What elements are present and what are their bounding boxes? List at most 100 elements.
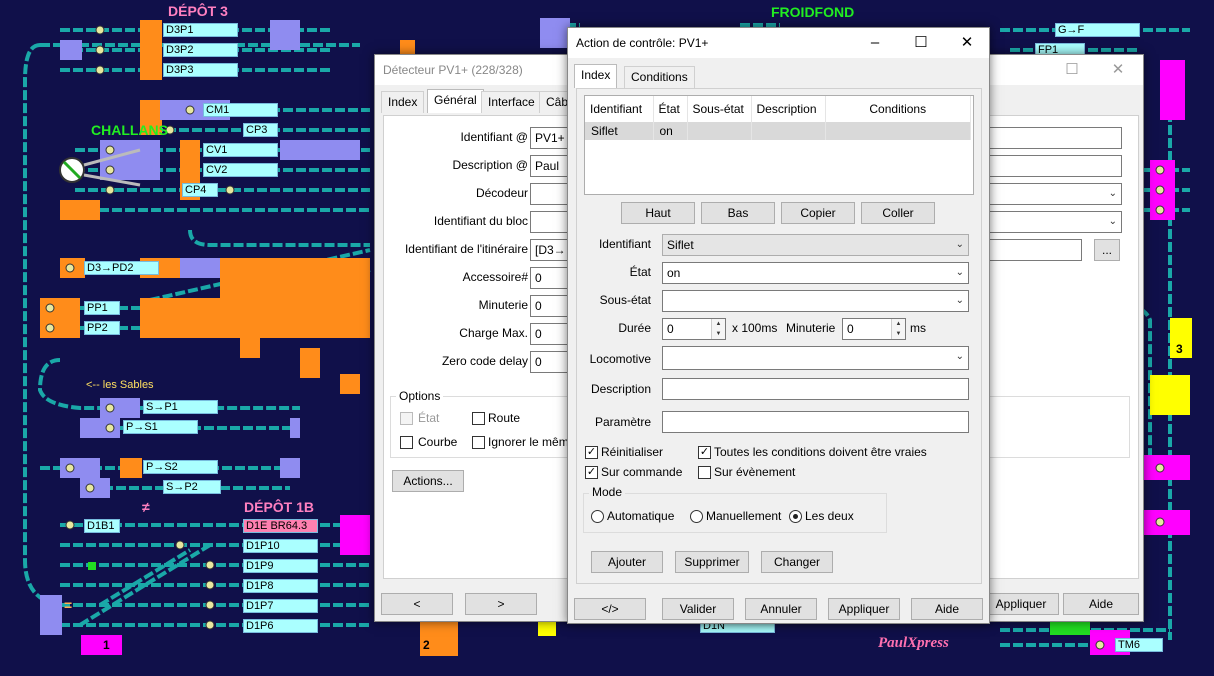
track-label[interactable]: D1P10	[243, 539, 318, 553]
track-label[interactable]: D3→PD2	[84, 261, 159, 275]
add-button[interactable]: Ajouter	[591, 551, 663, 573]
track-label[interactable]: P→S1	[123, 420, 198, 434]
mode-both-radio[interactable]	[789, 510, 802, 523]
track-label[interactable]: CM1	[203, 103, 278, 117]
substate-select[interactable]: ⌄	[662, 290, 969, 312]
etat-checkbox[interactable]	[400, 412, 413, 425]
duration-label: Durée	[618, 321, 651, 335]
timer-input[interactable]: 0	[530, 295, 570, 317]
cell-substate	[687, 122, 752, 140]
max-load-input[interactable]: 0	[530, 323, 570, 345]
on-event-checkbox[interactable]	[698, 466, 711, 479]
track-label[interactable]: CP4	[182, 183, 218, 197]
cancel-button[interactable]: Annuler	[745, 598, 817, 620]
close-icon[interactable]: ✕	[1095, 55, 1141, 85]
tab-interface[interactable]: Interface	[481, 91, 542, 113]
route-browse-button[interactable]: ...	[1094, 239, 1120, 261]
tab-index[interactable]: Index	[381, 91, 425, 113]
courbe-label: Courbe	[418, 435, 458, 449]
zone-3-label: 3	[1176, 342, 1183, 356]
previous-button[interactable]: <	[381, 593, 453, 615]
track-label[interactable]: D1P8	[243, 579, 318, 593]
zero-code-delay-input[interactable]: 0	[530, 351, 570, 373]
help-button[interactable]: Aide	[911, 598, 983, 620]
actions-button[interactable]: Actions...	[392, 470, 464, 492]
track-label[interactable]: S→P2	[163, 480, 221, 494]
detector-apply-button[interactable]: Appliquer	[983, 593, 1059, 615]
minimize-icon[interactable]: –	[852, 28, 898, 58]
chevron-down-icon: ⌄	[955, 351, 964, 362]
all-conditions-label: Toutes les conditions doivent être vraie…	[714, 445, 927, 459]
zone-2-label: 2	[423, 638, 430, 652]
tab-index[interactable]: Index	[574, 64, 618, 88]
track-label[interactable]: TM6	[1115, 638, 1163, 652]
duration-stepper[interactable]: 0 ▲ ▼	[662, 318, 726, 340]
apply-button[interactable]: Appliquer	[828, 598, 900, 620]
delete-button[interactable]: Supprimer	[675, 551, 749, 573]
maximize-icon[interactable]: ☐	[898, 28, 944, 58]
close-icon[interactable]: ✕	[944, 28, 990, 58]
identifier-label: Identifiant	[598, 237, 651, 251]
down-button[interactable]: Bas	[701, 202, 775, 224]
all-conditions-checkbox[interactable]: ✓	[698, 446, 711, 459]
zone-1-label: 1	[103, 638, 110, 652]
route-checkbox[interactable]	[472, 412, 485, 425]
track-label[interactable]: D3P3	[163, 63, 238, 77]
code-button[interactable]: </>	[574, 598, 646, 620]
track-label[interactable]: P→S2	[143, 460, 218, 474]
field-label: Minuterie	[478, 298, 528, 312]
change-button[interactable]: Changer	[761, 551, 833, 573]
mode-manual-radio[interactable]	[690, 510, 703, 523]
track-label[interactable]: PP1	[84, 301, 120, 315]
paste-button[interactable]: Coller	[861, 202, 935, 224]
track-label[interactable]: CV2	[203, 163, 278, 177]
chevron-down-icon: ⌄	[955, 295, 964, 306]
tab-general[interactable]: Général	[427, 89, 484, 113]
table-row[interactable]: Siflet on	[585, 122, 971, 140]
track-label[interactable]: D3P1	[163, 23, 238, 37]
cell-description	[751, 122, 826, 140]
up-button[interactable]: Haut	[621, 202, 695, 224]
track-label[interactable]: D1P9	[243, 559, 318, 573]
column-header[interactable]: Sous-état	[687, 96, 752, 122]
spin-arrows-icon[interactable]: ▲ ▼	[891, 319, 905, 339]
column-header[interactable]: Conditions	[825, 96, 971, 122]
detector-help-button[interactable]: Aide	[1063, 593, 1139, 615]
identifier-select[interactable]: Siflet ⌄	[662, 234, 969, 256]
track-label[interactable]: D1E BR64.3	[243, 519, 318, 533]
track-label[interactable]: CP3	[243, 123, 278, 137]
track-label[interactable]: D1B1	[84, 519, 120, 533]
track-label[interactable]: PP2	[84, 321, 120, 335]
tab-conditions[interactable]: Conditions	[624, 66, 695, 88]
froidfond-label: FROIDFOND	[771, 4, 855, 20]
field-label: Identifiant du bloc	[433, 214, 528, 228]
mode-auto-radio[interactable]	[591, 510, 604, 523]
track-label[interactable]: G→F	[1055, 23, 1140, 37]
copy-button[interactable]: Copier	[781, 202, 855, 224]
accessory-input[interactable]: 0	[530, 267, 570, 289]
maximize-icon[interactable]: ☐	[1049, 55, 1095, 85]
description-input[interactable]	[662, 378, 969, 400]
ignore-checkbox[interactable]	[472, 436, 485, 449]
spin-arrows-icon[interactable]: ▲ ▼	[711, 319, 725, 339]
next-button[interactable]: >	[465, 593, 537, 615]
track-label[interactable]: D3P2	[163, 43, 238, 57]
column-header[interactable]: Description	[751, 96, 826, 122]
timer-stepper[interactable]: 0 ▲ ▼	[842, 318, 906, 340]
column-header[interactable]: Identifiant	[585, 96, 654, 122]
track-label[interactable]: CV1	[203, 143, 278, 157]
dialog-titlebar[interactable]: Action de contrôle: PV1+ – ☐ ✕	[568, 28, 989, 58]
parameter-input[interactable]	[662, 411, 969, 433]
ok-button[interactable]: Valider	[662, 598, 734, 620]
courbe-checkbox[interactable]	[400, 436, 413, 449]
on-command-checkbox[interactable]: ✓	[585, 466, 598, 479]
track-label[interactable]: S→P1	[143, 400, 218, 414]
locomotive-select[interactable]: ⌄	[662, 346, 969, 370]
depot3-label: DÉPÔT 3	[168, 3, 228, 19]
reset-checkbox[interactable]: ✓	[585, 446, 598, 459]
chevron-down-icon: ⌄	[955, 239, 964, 250]
track-label[interactable]: D1P6	[243, 619, 318, 633]
track-label[interactable]: D1P7	[243, 599, 318, 613]
column-header[interactable]: État	[653, 96, 688, 122]
state-select[interactable]: on ⌄	[662, 262, 969, 284]
